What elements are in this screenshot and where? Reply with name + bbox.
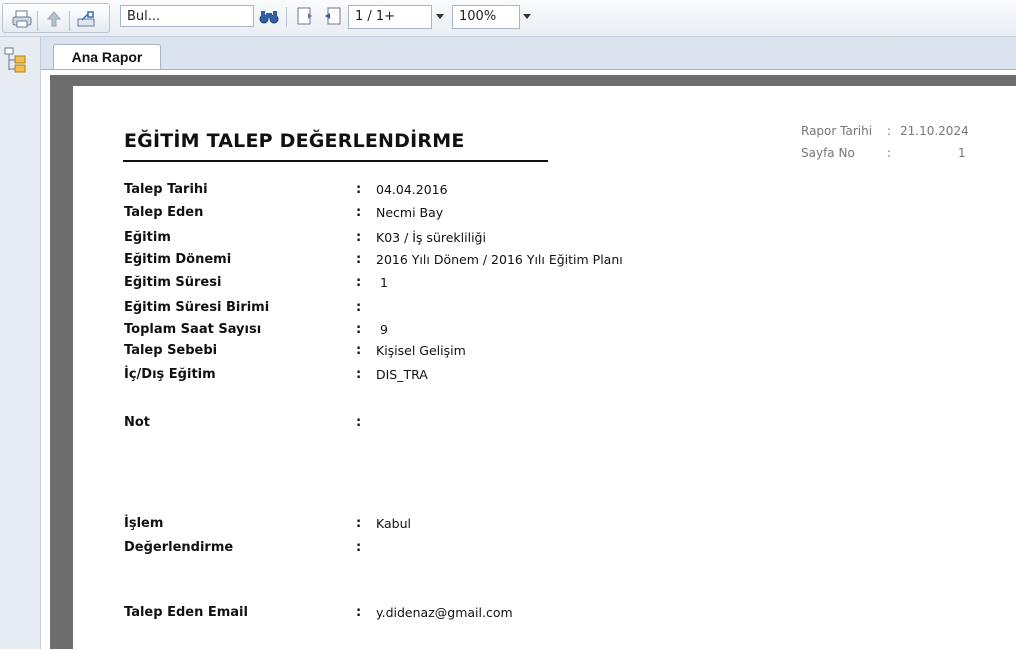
- field-label: Talep Eden Email: [124, 605, 248, 620]
- field-colon: :: [356, 205, 362, 220]
- field-value: DIS_TRA: [376, 367, 428, 382]
- field-label: Eğitim Dönemi: [124, 252, 232, 267]
- field-label: Eğitim: [124, 230, 171, 245]
- tab-bar: Ana Rapor: [41, 37, 1016, 70]
- field-value: 04.04.2016: [376, 182, 448, 197]
- page-next-icon[interactable]: [322, 6, 344, 26]
- field-colon: :: [356, 343, 362, 358]
- report-date-label: Rapor Tarihi: [801, 124, 873, 138]
- field-value: Necmi Bay: [376, 205, 444, 220]
- field-label: Eğitim Süresi: [124, 275, 222, 290]
- field-value: Kişisel Gelişim: [376, 343, 466, 358]
- page-no-label: Sayfa No: [801, 146, 855, 160]
- page-no-value: 1: [958, 146, 966, 160]
- field-value: 1: [380, 275, 388, 290]
- printer-icon[interactable]: [11, 9, 33, 29]
- chevron-down-icon[interactable]: [523, 14, 531, 19]
- field-colon: :: [356, 230, 362, 245]
- field-label: Talep Sebebi: [124, 343, 218, 358]
- toolbar-separator: [286, 7, 287, 27]
- export-icon[interactable]: [75, 9, 97, 29]
- field-colon: :: [356, 367, 362, 382]
- page-no-colon: :: [887, 146, 892, 160]
- field-label: Talep Eden: [124, 205, 204, 220]
- field-label: Not: [124, 415, 151, 430]
- field-label: Toplam Saat Sayısı: [124, 322, 262, 337]
- page-prev-icon[interactable]: [294, 6, 316, 26]
- field-value: Kabul: [376, 516, 411, 531]
- report-date-value: 21.10.2024: [900, 124, 969, 138]
- field-value: y.didenaz@gmail.com: [376, 605, 513, 620]
- field-label: Eğitim Süresi Birimi: [124, 300, 270, 315]
- binoculars-icon[interactable]: [258, 7, 280, 27]
- title-underline: [123, 160, 548, 162]
- toolbar-separator: [37, 11, 38, 31]
- toolbar-action-group: [2, 3, 110, 33]
- page-up-icon[interactable]: [43, 9, 65, 29]
- field-colon: :: [356, 415, 362, 430]
- tab-ana-rapor[interactable]: Ana Rapor: [53, 44, 161, 70]
- field-colon: :: [356, 275, 362, 290]
- field-colon: :: [356, 516, 362, 531]
- field-label: Talep Tarihi: [124, 182, 208, 197]
- field-label: Değerlendirme: [124, 540, 234, 555]
- report-title: EĞİTİM TALEP DEĞERLENDİRME: [124, 130, 465, 152]
- zoom-select[interactable]: 100%: [452, 5, 520, 29]
- find-input[interactable]: Bul...: [120, 5, 254, 27]
- field-label: İç/Dış Eğitim: [124, 367, 216, 382]
- document-tree-icon[interactable]: [2, 45, 30, 75]
- field-label: İşlem: [124, 516, 164, 531]
- left-panel: [0, 37, 41, 649]
- field-colon: :: [356, 605, 362, 620]
- field-value: 9: [380, 322, 388, 337]
- report-date-colon: :: [887, 124, 892, 138]
- toolbar-separator: [69, 11, 70, 31]
- field-colon: :: [356, 252, 362, 267]
- page-number-input[interactable]: 1 / 1+: [348, 5, 432, 29]
- field-value: K03 / İş sürekliliği: [376, 230, 486, 245]
- field-colon: :: [356, 322, 362, 337]
- field-colon: :: [356, 182, 362, 197]
- report-toolbar: Bul... 1 / 1+ 100%: [0, 0, 1016, 37]
- field-colon: :: [356, 540, 362, 555]
- field-value: 2016 Yılı Dönem / 2016 Yılı Eğitim Planı: [376, 252, 623, 267]
- field-colon: :: [356, 300, 362, 315]
- chevron-down-icon[interactable]: [436, 14, 444, 19]
